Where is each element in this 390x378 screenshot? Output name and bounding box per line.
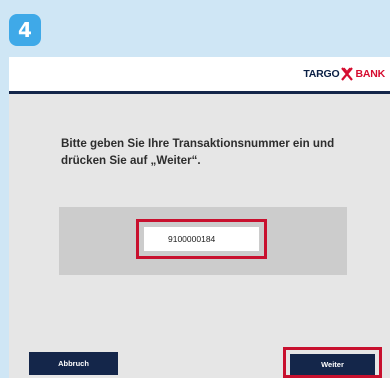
- atm-screen: TARGO BANK Bitte geben Sie Ihre Transakt…: [9, 57, 390, 378]
- brand-name-part1: TARGO: [303, 68, 340, 80]
- abort-button[interactable]: Abbruch: [29, 352, 118, 375]
- instruction-text: Bitte geben Sie Ihre Transaktionsnummer …: [61, 137, 335, 167]
- step-number-badge: 4: [9, 14, 41, 46]
- tan-input-panel: [59, 207, 347, 275]
- brand-logo: TARGO BANK: [303, 66, 385, 82]
- next-button[interactable]: Weiter: [290, 354, 375, 375]
- next-button-highlight: Weiter: [283, 347, 382, 378]
- brand-name-part2: BANK: [355, 68, 385, 80]
- targo-bank-logo-icon: [341, 67, 354, 81]
- screen-header: TARGO BANK: [9, 57, 390, 91]
- tan-input[interactable]: [144, 227, 259, 251]
- tan-input-highlight: [136, 219, 267, 259]
- header-divider: [9, 91, 390, 94]
